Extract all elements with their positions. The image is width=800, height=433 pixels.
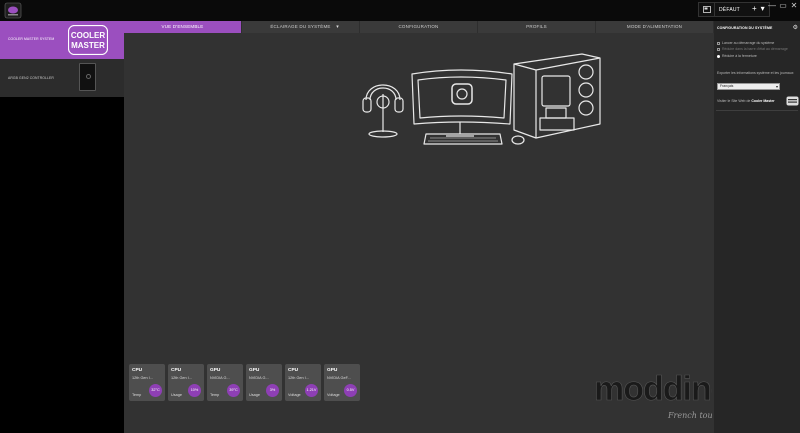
option-label: Lancer au démarrage du système bbox=[722, 41, 775, 45]
language-value: Français bbox=[720, 84, 734, 88]
headset-icon bbox=[362, 84, 404, 138]
card-title: GPU bbox=[327, 368, 338, 373]
option-label: Réduire dans la barre d'état au démarrag… bbox=[722, 47, 788, 51]
sensor-card[interactable]: GPU NVIDIA GeF... Voltage 0.5V bbox=[324, 364, 360, 401]
logo-text-cooler: COOLER bbox=[71, 31, 105, 40]
tab-configuration[interactable]: CONFIGURATION bbox=[360, 21, 478, 33]
tab-label: MODE D'ALIMENTATION bbox=[626, 24, 683, 29]
device-name: COOLER MASTER SYSTEM bbox=[8, 37, 55, 41]
tab-system-lighting[interactable]: ÉCLAIRAGE DU SYSTÈME ▾ bbox=[242, 21, 360, 33]
option-minimize-on-close[interactable]: Réduire à la fermeture bbox=[717, 54, 757, 58]
chevron-down-icon: ▾ bbox=[336, 24, 339, 30]
profile-label: DÉFAUT bbox=[719, 6, 740, 13]
cooler-master-small-logo[interactable] bbox=[786, 96, 799, 106]
settings-panel: CONFIGURATION DU SYSTÈME ⚙ Lancer au dém… bbox=[714, 21, 800, 433]
gear-icon[interactable]: ⚙ bbox=[793, 24, 798, 31]
profile-icon bbox=[699, 3, 715, 16]
pc-setup-illustration bbox=[362, 53, 601, 145]
window-controls: — ▭ ✕ bbox=[768, 2, 798, 10]
monitor-icon bbox=[411, 69, 513, 137]
sensor-card[interactable]: CPU 12th Gen I... Usage 10% bbox=[168, 364, 204, 401]
app-logo-icon bbox=[4, 2, 22, 19]
sensor-cards: CPU 12th Gen I... Temp 32°C CPU 12th Gen… bbox=[129, 364, 360, 401]
card-value: 32°C bbox=[149, 384, 162, 397]
card-value: 3% bbox=[266, 384, 279, 397]
export-logs-link[interactable]: Exporter les informations système et les… bbox=[717, 71, 793, 75]
tab-label: VUE D'ENSEMBLE bbox=[161, 24, 204, 29]
device-item-argb-controller[interactable]: ARGB GEN2 CONTROLLER bbox=[0, 59, 124, 97]
card-metric: Temp bbox=[132, 393, 142, 397]
card-value: 10% bbox=[188, 384, 201, 397]
tab-profiles[interactable]: PROFILS bbox=[478, 21, 596, 33]
tab-label: CONFIGURATION bbox=[398, 24, 439, 29]
card-subtitle: 12th Gen I... bbox=[132, 376, 153, 380]
tab-label: ÉCLAIRAGE DU SYSTÈME bbox=[270, 24, 331, 29]
tab-label: PROFILS bbox=[526, 24, 547, 29]
card-metric: Usage bbox=[249, 393, 260, 397]
card-metric: Temp bbox=[210, 393, 220, 397]
profile-actions: + ▾ bbox=[752, 4, 765, 13]
visit-brand: Cooler Master bbox=[751, 99, 775, 103]
card-value: 1.21V bbox=[305, 384, 318, 397]
title-bar: DÉFAUT + ▾ — ▭ ✕ bbox=[0, 0, 800, 21]
settings-title: CONFIGURATION DU SYSTÈME bbox=[717, 26, 773, 30]
controller-image bbox=[79, 63, 96, 91]
main-tabs: VUE D'ENSEMBLE ÉCLAIRAGE DU SYSTÈME ▾ CON… bbox=[124, 21, 714, 33]
option-label: Réduire à la fermeture bbox=[722, 54, 757, 58]
option-launch-at-startup[interactable]: Lancer au démarrage du système bbox=[717, 41, 774, 45]
sensor-card[interactable]: GPU NVIDIA G... Temp 39°C bbox=[207, 364, 243, 401]
card-title: CPU bbox=[171, 368, 182, 373]
logo-text-master: MASTER bbox=[71, 41, 105, 50]
card-metric: Usage bbox=[171, 393, 182, 397]
radio-button[interactable] bbox=[717, 54, 720, 58]
card-title: GPU bbox=[210, 368, 221, 373]
add-profile-button[interactable]: + bbox=[752, 4, 757, 13]
card-subtitle: 12th Gen I... bbox=[288, 376, 309, 380]
card-title: CPU bbox=[132, 368, 143, 373]
minimize-button[interactable]: — bbox=[768, 2, 776, 10]
card-metric: Voltage bbox=[327, 393, 340, 397]
card-title: CPU bbox=[288, 368, 299, 373]
card-subtitle: NVIDIA G... bbox=[210, 376, 230, 380]
device-item-cooler-master-system[interactable]: COOLER MASTER SYSTEM COOLER MASTER bbox=[0, 21, 124, 59]
card-value: 0.5V bbox=[344, 384, 357, 397]
card-value: 39°C bbox=[227, 384, 240, 397]
profile-menu-button[interactable]: ▾ bbox=[761, 4, 765, 13]
tab-overview[interactable]: VUE D'ENSEMBLE bbox=[124, 21, 242, 33]
option-minimize-to-tray[interactable]: Réduire dans la barre d'état au démarrag… bbox=[717, 47, 788, 51]
pc-case-icon bbox=[513, 53, 601, 139]
cooler-master-logo: COOLER MASTER bbox=[68, 25, 108, 55]
card-subtitle: 12th Gen I... bbox=[171, 376, 192, 380]
chevron-down-icon: ▾ bbox=[775, 84, 778, 89]
checkbox[interactable] bbox=[717, 41, 720, 45]
close-button[interactable]: ✕ bbox=[790, 2, 798, 10]
mouse-icon bbox=[511, 135, 525, 145]
visit-prefix: Visiter le Site Web de bbox=[717, 99, 752, 103]
sensor-card[interactable]: GPU NVIDIA G... Usage 3% bbox=[246, 364, 282, 401]
card-metric: Voltage bbox=[288, 393, 301, 397]
device-name: ARGB GEN2 CONTROLLER bbox=[8, 76, 54, 80]
sensor-card[interactable]: CPU 12th Gen I... Temp 32°C bbox=[129, 364, 165, 401]
visit-website-link[interactable]: Visiter le Site Web de Cooler Master bbox=[717, 99, 775, 103]
tab-power-mode[interactable]: MODE D'ALIMENTATION bbox=[596, 21, 714, 33]
overview-panel: CPU 12th Gen I... Temp 32°C CPU 12th Gen… bbox=[124, 33, 714, 433]
watermark-sub: French touch bbox=[667, 411, 712, 420]
card-title: GPU bbox=[249, 368, 260, 373]
maximize-button[interactable]: ▭ bbox=[779, 2, 787, 10]
divider bbox=[716, 110, 798, 111]
sensor-card[interactable]: CPU 12th Gen I... Voltage 1.21V bbox=[285, 364, 321, 401]
card-subtitle: NVIDIA G... bbox=[249, 376, 269, 380]
checkbox[interactable] bbox=[717, 47, 720, 51]
device-list: COOLER MASTER SYSTEM COOLER MASTER ARGB … bbox=[0, 21, 124, 433]
watermark-main: modding.fr bbox=[594, 370, 712, 408]
watermark: modding.fr French touch bbox=[594, 370, 712, 420]
card-subtitle: NVIDIA GeF... bbox=[327, 376, 351, 380]
language-select[interactable]: Français ▾ bbox=[717, 83, 780, 90]
